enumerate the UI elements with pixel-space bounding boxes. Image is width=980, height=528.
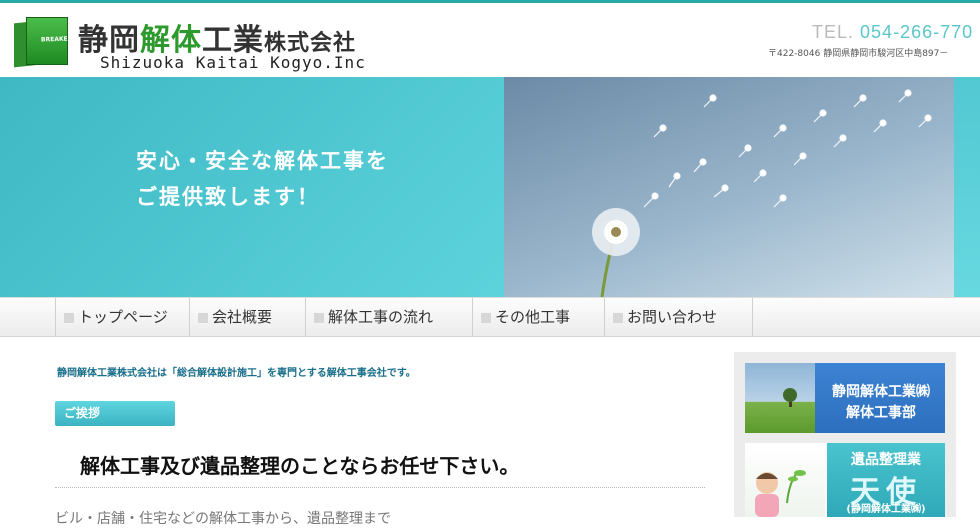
body-text: ビル・店舗・住宅などの解体工事から、遺品整理まで	[55, 511, 391, 527]
hero-tagline-line2: ご提供致します！	[136, 185, 320, 209]
site-header: BREAKER 静岡解体工業株式会社 Shizuoka Kaitai Kogyo…	[0, 3, 980, 77]
main-heading: 解体工事及び遺品整理のことならお任せ下さい。	[80, 454, 520, 478]
child-sprout-photo	[745, 443, 825, 517]
nav-item-top-page[interactable]: トップページ	[55, 298, 189, 336]
phone-number[interactable]: TEL. 054-266-770	[812, 22, 973, 43]
dotted-divider	[55, 487, 705, 488]
nav-label: トップページ	[78, 308, 168, 326]
nav-end-divider	[752, 298, 753, 336]
dandelion-illustration	[592, 89, 932, 297]
tree-illustration	[783, 388, 797, 407]
dandelion-photo	[504, 77, 954, 297]
hero-right-edge	[954, 77, 980, 297]
main-navigation: トップページ 会社概要 解体工事の流れ その他工事 お問い合わせ	[0, 297, 980, 337]
banner1-subtitle: 解体工事部	[846, 405, 916, 421]
nav-square-icon	[314, 313, 324, 323]
tree-field-photo	[745, 363, 823, 433]
company-address: 〒422-8046 静岡県静岡市駿河区中島897－	[768, 49, 949, 59]
banner2-title: 遺品整理業	[851, 452, 921, 468]
nav-item-other-works[interactable]: その他工事	[472, 298, 604, 336]
logo-front-block: BREAKER	[26, 17, 72, 65]
nav-label: 会社概要	[212, 308, 273, 326]
estate-cleanup-banner[interactable]: 遺品整理業 天使 (静岡解体工業㈱)	[745, 443, 945, 517]
nav-square-icon	[64, 313, 74, 323]
nav-square-icon	[613, 313, 623, 323]
nav-square-icon	[481, 313, 491, 323]
nav-label: お問い合わせ	[627, 308, 718, 326]
nav-label: その他工事	[495, 308, 571, 326]
demolition-department-banner[interactable]: 静岡解体工業㈱ 解体工事部	[745, 363, 945, 433]
intro-text: 静岡解体工業株式会社は「総合解体設計施工」を専門とする解体工事会社です。	[57, 368, 416, 379]
greeting-badge: ご挨拶	[55, 401, 175, 426]
hero-banner: 安心・安全な解体工事を ご提供致します！	[0, 77, 980, 297]
company-name-en: Shizuoka Kaitai Kogyo.Inc	[100, 53, 366, 72]
nav-item-contact[interactable]: お問い合わせ	[604, 298, 752, 336]
nav-label: 解体工事の流れ	[328, 308, 434, 326]
tel-number: 054-266-770	[860, 22, 974, 42]
banner1-title: 静岡解体工業㈱	[832, 384, 930, 400]
child-sprout-illustration	[755, 470, 806, 517]
tel-label: TEL.	[812, 22, 855, 42]
logo-text: BREAKER	[40, 35, 73, 44]
nav-item-demolition-flow[interactable]: 解体工事の流れ	[305, 298, 472, 336]
hero-tagline-line1: 安心・安全な解体工事を	[136, 149, 389, 173]
nav-square-icon	[198, 313, 208, 323]
banner2-company: (静岡解体工業㈱)	[846, 504, 926, 515]
breaker-logo[interactable]: BREAKER	[14, 17, 72, 68]
nav-item-company-profile[interactable]: 会社概要	[189, 298, 305, 336]
